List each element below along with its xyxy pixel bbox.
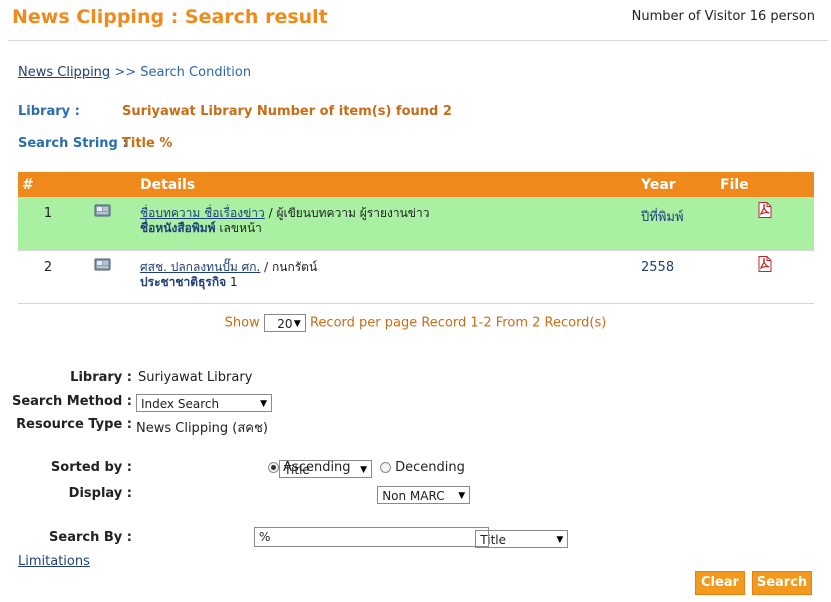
pdf-icon[interactable] [758,202,772,221]
per-page-select[interactable]: 20 ▼ [263,314,306,332]
form-display-label: Display : [68,486,132,501]
chevron-down-icon: ▼ [360,464,368,475]
row-file-cell [720,197,814,251]
header-divider [8,40,828,41]
search-method-select[interactable]: Index Search ▼ [136,393,272,412]
newspaper-icon [94,257,112,275]
row-page: เลขหน้า [215,221,262,235]
sort-ascending-option[interactable]: Ascending [268,460,351,475]
row-number: 2 [18,250,78,304]
results-table: # Details Year File 1 ชื่อบทความ ชื่อเรื… [18,172,814,304]
form-resource-type-label: Resource Type : [16,417,132,432]
form-library-label: Library : [70,370,132,385]
display-select[interactable]: Non MARC ▼ [377,485,471,504]
summary-search-string-label: Search String : [18,136,128,151]
form-sorted-by-label: Sorted by : [50,460,132,475]
pdf-icon[interactable] [758,256,772,275]
header-number: # [18,172,78,197]
visitor-count: Number of Visitor 16 person [631,9,815,24]
row-details: ชื่อบทความ ชื่อเรื่องข่าว / ผู้เขียนบทคว… [140,197,641,251]
row-details: ศสช. ปลกลงทนปั๊ม ศก. / กนกรัตน์ ประชาชาต… [140,250,641,304]
breadcrumb-current: Search Condition [140,65,252,80]
ascending-radio[interactable] [268,462,279,473]
row-year: ปีที่พิมพ์ [641,197,720,251]
pager-show-label: Show [224,315,260,331]
pager-text: Record per page Record 1-2 From 2 Record… [309,315,607,331]
header-year: Year [641,172,720,197]
table-row: 2 ศสช. ปลกลงทนปั๊ม ศก. / กนกรัตน์ ประชาช… [18,250,814,304]
descending-radio[interactable] [380,462,391,473]
search-text-input[interactable]: % [254,527,489,547]
row-file-cell [720,250,814,304]
chevron-down-icon: ▼ [458,490,466,501]
search-by-select[interactable]: Title ▼ [475,529,569,548]
form-resource-type-value: News Clipping (สคช) [136,421,268,436]
header-icon [78,172,140,197]
row-icon-cell [78,250,140,304]
display-value: Non MARC [382,488,445,503]
search-method-value: Index Search [141,396,220,411]
form-search-by-label: Search By : [49,530,132,545]
row-page: 1 [226,275,238,289]
row-author: / ผู้เขียนบทความ ผู้รายงานข่าว [264,206,430,220]
header-details: Details [140,172,641,197]
clear-button[interactable]: Clear [695,571,745,595]
row-year: 2558 [641,250,720,304]
breadcrumb-separator: >> [114,65,137,80]
search-text-value: % [259,530,271,544]
row-icon-cell [78,197,140,251]
chevron-down-icon: ▼ [556,534,564,545]
summary-search-string-value: Title % [122,136,173,151]
chevron-down-icon: ▼ [260,398,267,409]
table-row: 1 ชื่อบทความ ชื่อเรื่องข่าว / ผู้เขียนบท… [18,197,814,251]
limitations-link[interactable]: Limitations [18,554,90,569]
summary-library-label: Library : [18,104,80,119]
per-page-value: 20 [277,317,293,331]
ascending-label: Ascending [283,460,351,475]
breadcrumb-news-clipping-link[interactable]: News Clipping [18,65,110,80]
row-author: / กนกรัตน์ [260,260,318,274]
row-source: ประชาชาติธุรกิจ [140,275,227,289]
header-file: File [720,172,814,197]
row-title-link[interactable]: ชื่อบทความ ชื่อเรื่องข่าว [140,206,265,220]
form-library-value: Suriyawat Library [138,370,253,385]
form-search-method-label: Search Method : [11,394,132,409]
table-header-row: # Details Year File [18,172,814,197]
breadcrumb: News Clipping >> Search Condition [18,65,251,80]
search-button[interactable]: Search [752,571,812,595]
chevron-down-icon: ▼ [293,319,301,329]
descending-label: Decending [395,460,465,475]
summary-library-value: Suriyawat Library Number of item(s) foun… [122,104,452,119]
row-source: ชื่อหนังสือพิมพ์ [140,221,216,235]
row-title-link[interactable]: ศสช. ปลกลงทนปั๊ม ศก. [140,260,260,274]
row-number: 1 [18,197,78,251]
newspaper-icon [94,203,112,221]
sort-descending-option[interactable]: Decending [380,460,465,475]
page-title: News Clipping : Search result [12,6,328,28]
pager: Show 20 ▼ Record per page Record 1-2 From… [0,314,831,332]
